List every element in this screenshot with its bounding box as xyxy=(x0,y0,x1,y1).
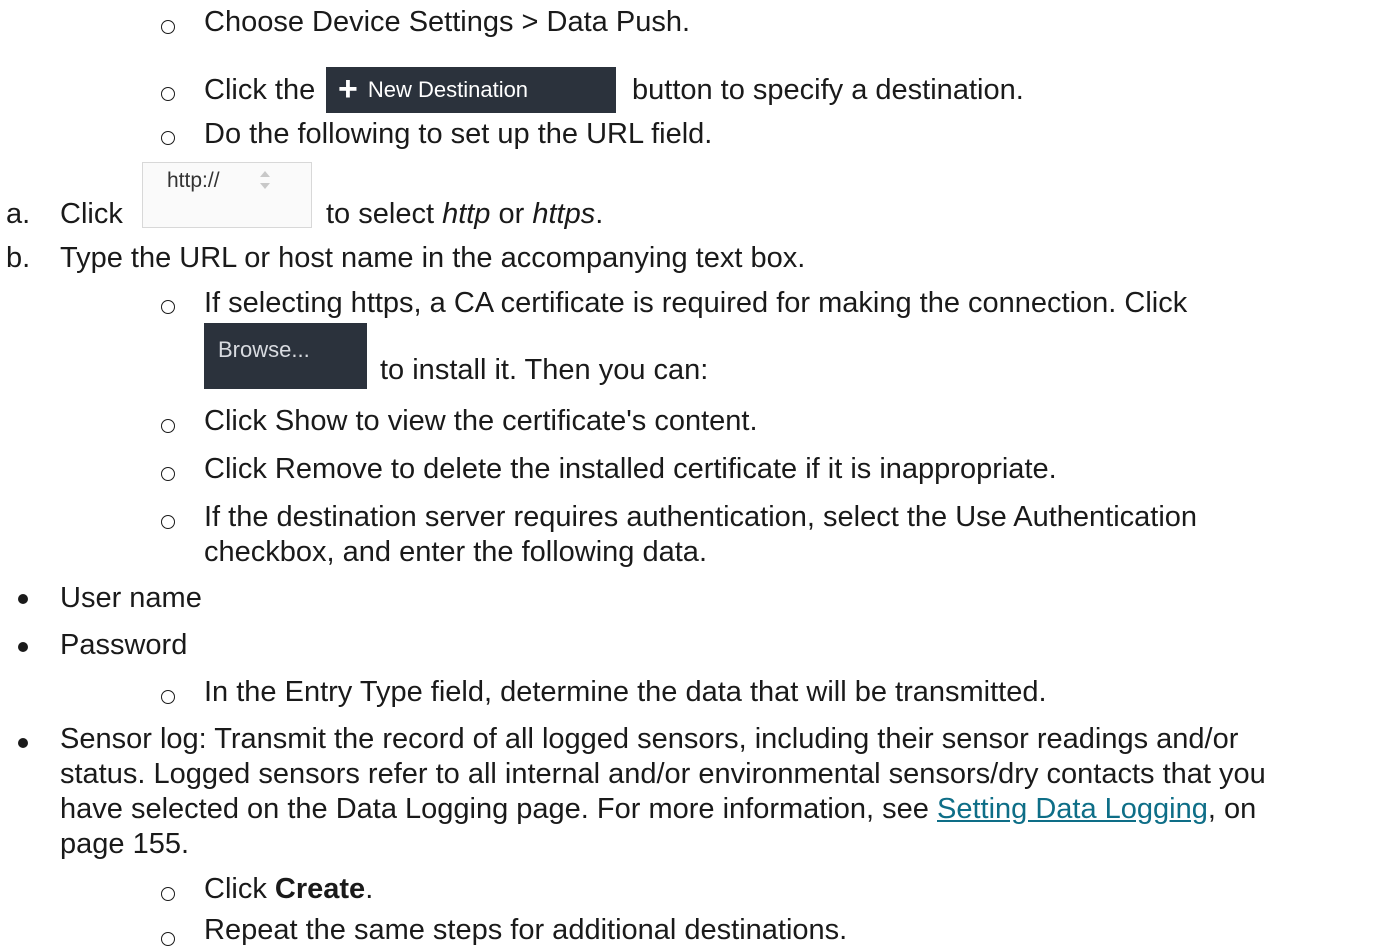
option-https: https xyxy=(532,198,596,230)
step-click-the-text: Click the xyxy=(204,74,316,106)
create-label: Create xyxy=(274,873,366,905)
sensor-log-line4: page 155. xyxy=(60,828,190,860)
step-click-word: Click xyxy=(204,873,267,905)
bullet-disc-icon xyxy=(18,642,28,652)
bullet-disc-icon xyxy=(18,594,28,604)
list-bullet-icon xyxy=(161,300,175,314)
list-bullet-icon xyxy=(161,131,175,145)
option-http: http xyxy=(442,198,491,230)
step-button-to-specify: button to specify a destination. xyxy=(632,74,1024,106)
list-bullet-icon xyxy=(161,932,175,946)
step-a-or: or xyxy=(498,198,525,230)
step-auth-line2: checkbox, and enter the following data. xyxy=(204,536,707,568)
sensor-log-line1: Sensor log: Transmit the record of all l… xyxy=(60,723,1239,755)
step-click-create: Click Create. xyxy=(204,871,373,907)
protocol-select-value: http:// xyxy=(167,169,220,192)
step-if-selecting-https: If selecting https, a CA certificate is … xyxy=(204,287,1188,319)
list-bullet-icon xyxy=(161,690,175,704)
step-a-rest: to select http or https. xyxy=(326,196,603,232)
sensor-log-line3a: have selected on the Data Logging page. … xyxy=(60,793,929,825)
new-destination-label: New Destination xyxy=(367,77,529,102)
step-do-following: Do the following to set up the URL field… xyxy=(204,118,713,150)
browse-button[interactable]: Browse... xyxy=(204,323,367,389)
sensor-log-line3b: , on xyxy=(1207,793,1257,825)
list-bullet-icon xyxy=(161,515,175,529)
list-marker-a: a. xyxy=(6,198,31,230)
sensor-log-line2: status. Logged sensors refer to all inte… xyxy=(60,758,1266,790)
new-destination-button[interactable]: + New Destination xyxy=(326,67,616,113)
auth-password: Password xyxy=(60,629,188,661)
sensor-log-line3: have selected on the Data Logging page. … xyxy=(60,791,1256,827)
list-bullet-icon xyxy=(161,419,175,433)
auth-user-name: User name xyxy=(60,582,202,614)
list-bullet-icon xyxy=(161,87,175,101)
updown-arrows-icon xyxy=(260,171,270,189)
setting-data-logging-link[interactable]: Setting Data Logging xyxy=(937,793,1208,825)
list-bullet-icon xyxy=(161,467,175,481)
step-choose-device-settings: Choose Device Settings > Data Push. xyxy=(204,6,691,38)
step-create-period: . xyxy=(365,873,374,905)
step-a-to-select: to select xyxy=(326,198,434,230)
list-bullet-icon xyxy=(161,887,175,901)
bullet-disc-icon xyxy=(18,738,28,748)
step-b-text: Type the URL or host name in the accompa… xyxy=(60,242,806,274)
browse-button-label: Browse... xyxy=(218,337,310,362)
step-a-period: . xyxy=(595,198,604,230)
plus-icon: + xyxy=(338,70,358,108)
step-repeat: Repeat the same steps for additional des… xyxy=(204,914,848,946)
step-a-click: Click xyxy=(60,198,123,230)
step-click-remove: Click Remove to delete the installed cer… xyxy=(204,453,1057,485)
step-click-show: Click Show to view the certificate's con… xyxy=(204,405,758,437)
step-auth-line1: If the destination server requires authe… xyxy=(204,501,1198,533)
protocol-select[interactable]: http:// xyxy=(142,162,312,228)
list-marker-b: b. xyxy=(6,242,31,274)
step-to-install: to install it. Then you can: xyxy=(380,354,709,386)
step-entry-type: In the Entry Type field, determine the d… xyxy=(204,676,1047,708)
list-bullet-icon xyxy=(161,20,175,34)
